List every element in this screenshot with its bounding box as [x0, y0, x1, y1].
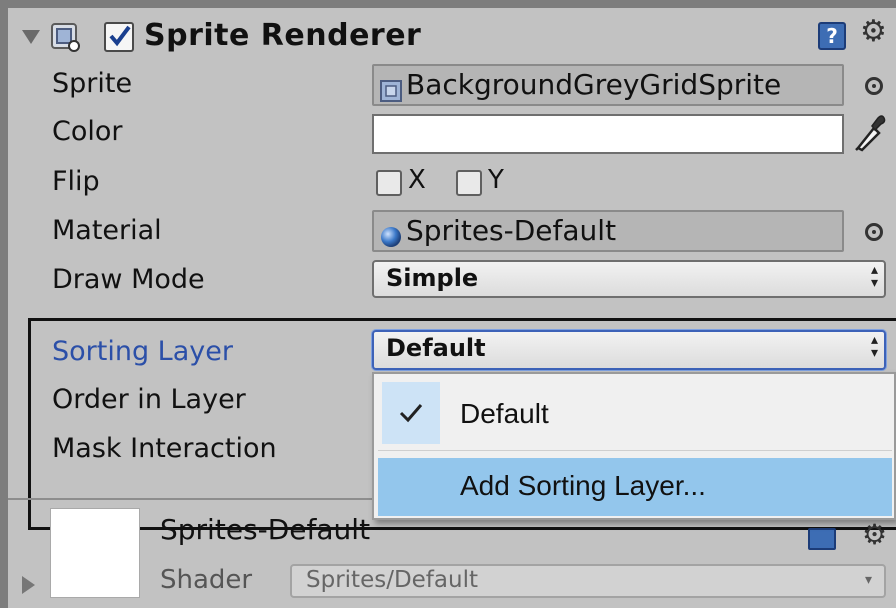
menu-item-add-label: Add Sorting Layer... — [460, 470, 706, 501]
menu-item-default-label: Default — [460, 398, 549, 429]
shader-label: Shader — [160, 565, 253, 595]
fold-arrow-icon[interactable] — [22, 30, 40, 44]
sprite-picker-icon[interactable] — [865, 77, 883, 95]
material-sphere-icon — [380, 222, 402, 247]
eyedropper-icon[interactable] — [852, 112, 886, 152]
dropdown-arrows-icon: ▴ ▾ — [870, 262, 878, 291]
flip-y-label: Y — [488, 165, 504, 195]
mask-interaction-label: Mask Interaction — [52, 433, 277, 464]
shader-caret-icon: ▾ — [864, 572, 872, 588]
material-fold-arrow-icon[interactable] — [22, 576, 35, 594]
draw-mode-dropdown[interactable]: Simple ▴ ▾ — [372, 260, 886, 298]
sorting-layer-dropdown[interactable]: Default ▴ ▾ — [372, 330, 886, 370]
material-field[interactable]: Sprites-Default — [372, 210, 844, 252]
screenshot-frame: Sprite Renderer ? ⚙ Sprite BackgroundGre… — [0, 0, 896, 608]
material-gear-icon[interactable]: ⚙ — [862, 518, 887, 551]
gear-icon[interactable]: ⚙ — [860, 14, 887, 49]
sprite-field[interactable]: BackgroundGreyGridSprite — [372, 64, 844, 106]
flip-y-checkbox[interactable] — [456, 170, 482, 196]
shader-dropdown[interactable]: Sprites/Default ▾ — [290, 564, 886, 598]
component-enabled-checkbox[interactable] — [104, 22, 134, 52]
draw-mode-value: Simple — [386, 264, 479, 292]
flip-x-label: X — [408, 165, 426, 195]
material-preview — [50, 508, 140, 598]
menu-item-add-sorting-layer[interactable]: Add Sorting Layer... — [378, 458, 892, 516]
material-section-name: Sprites-Default — [160, 513, 371, 546]
material-label: Material — [52, 215, 162, 246]
flip-x-checkbox[interactable] — [376, 170, 402, 196]
material-help-icon[interactable] — [808, 528, 836, 550]
component-title: Sprite Renderer — [144, 18, 422, 53]
sprite-label: Sprite — [52, 68, 133, 99]
menu-item-default[interactable]: Default — [378, 378, 892, 448]
color-field[interactable] — [372, 114, 844, 154]
flip-label: Flip — [52, 166, 100, 197]
material-picker-icon[interactable] — [865, 223, 883, 241]
material-value: Sprites-Default — [406, 214, 617, 247]
sorting-layer-label: Sorting Layer — [52, 336, 233, 367]
sorting-layer-menu: Default Add Sorting Layer... — [372, 372, 896, 520]
color-label: Color — [52, 116, 123, 147]
draw-mode-label: Draw Mode — [52, 264, 205, 295]
sorting-layer-value: Default — [386, 334, 486, 362]
check-icon-cell — [382, 382, 440, 444]
order-in-layer-label: Order in Layer — [52, 384, 246, 415]
inspector-panel: Sprite Renderer ? ⚙ Sprite BackgroundGre… — [8, 8, 896, 608]
sprite-asset-icon — [380, 76, 402, 102]
menu-separator — [378, 450, 892, 451]
sprite-renderer-icon — [50, 22, 80, 52]
sprite-value: BackgroundGreyGridSprite — [406, 68, 782, 101]
shader-value: Sprites/Default — [306, 567, 478, 593]
dropdown-arrows-icon: ▴ ▾ — [870, 332, 878, 361]
help-icon[interactable]: ? — [818, 22, 846, 50]
